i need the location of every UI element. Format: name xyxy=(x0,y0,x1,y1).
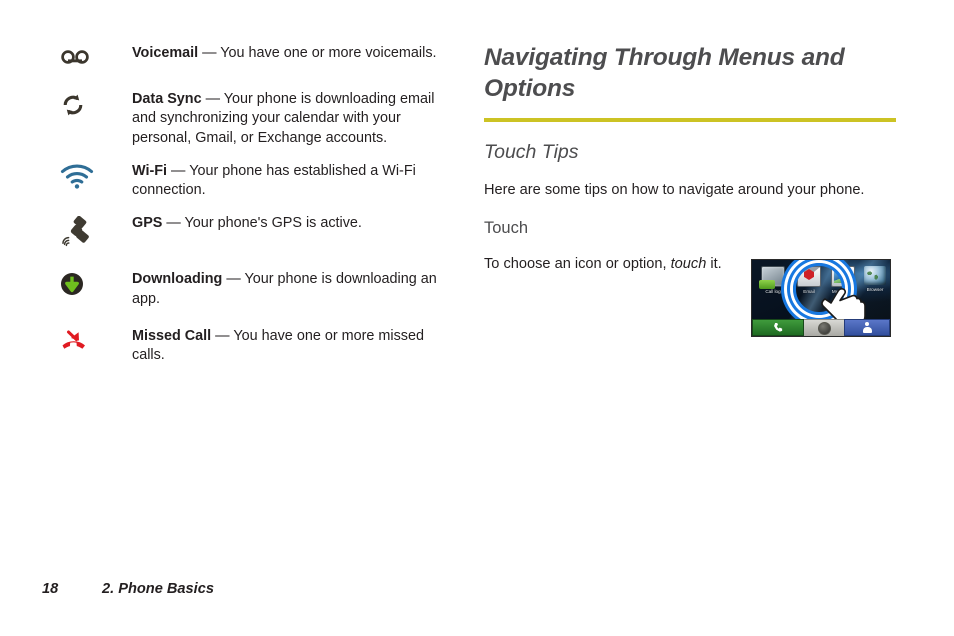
home-screen-dock xyxy=(752,319,890,336)
intro-paragraph: Here are some tips on how to navigate ar… xyxy=(484,182,865,198)
list-item-text: Wi-Fi — Your phone has established a Wi-… xyxy=(132,162,460,201)
list-item: Downloading — Your phone is downloading … xyxy=(60,270,460,309)
status-separator: — xyxy=(211,328,234,345)
list-item-text: Downloading — Your phone is downloading … xyxy=(132,270,460,309)
app-label: Call log xyxy=(765,289,781,294)
touch-text-after: it. xyxy=(706,256,722,273)
list-item: GPS — Your phone's GPS is active. xyxy=(60,214,460,248)
contacts-dock-button xyxy=(844,319,890,336)
list-item-text: GPS — Your phone's GPS is active. xyxy=(132,214,460,233)
list-item: Voicemail — You have one or more voicema… xyxy=(60,44,460,68)
status-term: Downloading xyxy=(132,271,223,288)
data-sync-icon xyxy=(60,90,132,118)
status-description: You have one or more voicemails. xyxy=(220,45,437,61)
status-description: Your phone's GPS is active. xyxy=(184,215,362,232)
status-separator: — xyxy=(201,91,224,107)
list-item-text: Voicemail — You have one or more voicema… xyxy=(132,44,460,63)
touch-heading: Touch xyxy=(484,219,529,238)
call-log-app: Call log xyxy=(758,266,788,295)
section-divider xyxy=(484,118,896,122)
status-separator: — xyxy=(198,45,221,61)
list-item: Wi-Fi — Your phone has established a Wi-… xyxy=(60,162,460,201)
touch-emphasis: touch xyxy=(670,256,707,273)
wifi-icon xyxy=(60,162,132,189)
voicemail-icon xyxy=(60,44,132,68)
list-item: Missed Call — You have one or more misse… xyxy=(60,327,460,366)
missed-call-icon xyxy=(60,327,132,355)
handset-icon xyxy=(774,323,783,332)
app-drawer-icon xyxy=(817,321,831,335)
status-term: Wi-Fi xyxy=(132,162,168,179)
page-number: 18 xyxy=(42,581,59,597)
section-subheading: Touch Tips xyxy=(484,141,579,163)
page-title: Navigating Through Menus and Options xyxy=(484,44,845,102)
list-item-text: Data Sync — Your phone is downloading em… xyxy=(132,90,460,148)
list-item: Data Sync — Your phone is downloading em… xyxy=(60,90,460,148)
footer-section-title: 2. Phone Basics xyxy=(102,581,214,597)
status-term: Voicemail xyxy=(132,45,199,61)
touch-text-before: To choose an icon or option, xyxy=(484,256,671,273)
phone-dock-button xyxy=(752,319,804,336)
status-separator: — xyxy=(222,271,245,288)
status-term: Missed Call xyxy=(132,328,212,345)
page-footer: 18 2. Phone Basics xyxy=(42,581,214,597)
status-icon-list: Voicemail — You have one or more voicema… xyxy=(60,44,460,366)
section-content: Navigating Through Menus and Options Tou… xyxy=(484,42,896,275)
list-item-text: Missed Call — You have one or more misse… xyxy=(132,327,460,366)
status-term: Data Sync xyxy=(132,91,202,107)
launcher-dock-button xyxy=(804,319,844,336)
downloading-icon xyxy=(60,270,132,296)
status-separator: — xyxy=(162,215,185,232)
status-term: GPS xyxy=(132,215,163,232)
document-page: Voicemail — You have one or more voicema… xyxy=(0,0,954,636)
call-log-icon xyxy=(759,266,785,289)
status-separator: — xyxy=(167,162,190,179)
home-screen-touch-illustration: Call log Email Messaging Browser xyxy=(751,259,891,337)
touch-paragraph: To choose an icon or option, touch it. xyxy=(484,255,724,274)
contact-person-icon xyxy=(862,322,872,333)
gps-satellite-icon xyxy=(60,214,132,248)
